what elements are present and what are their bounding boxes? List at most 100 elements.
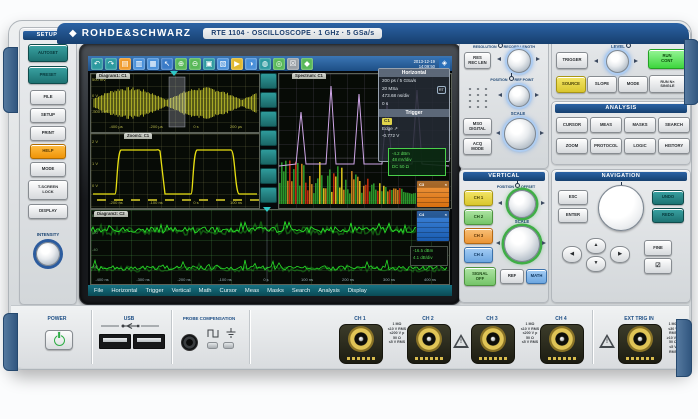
signal-off-key[interactable]: SIGNAL OFF [464, 267, 496, 286]
tab-spectrum[interactable]: Spectrum: C1 [292, 73, 326, 79]
tab-zoom1[interactable]: Zoom1: C1 [124, 133, 152, 139]
touchscreen-display[interactable]: ↶↷▤▥▦↖⊕⊖▣▧▶◑◍◎☒◆ 2013-12-19 14:09:50 ◈ D… [88, 56, 452, 296]
print-key[interactable]: PRINT [30, 126, 66, 141]
masks-key[interactable]: MASKS [624, 117, 656, 133]
result-cell[interactable] [260, 111, 277, 127]
open-file-icon[interactable]: ▤ [119, 58, 131, 70]
grid-icon[interactable]: ▣ [203, 58, 215, 70]
zoom-in-icon[interactable]: ⊕ [175, 58, 187, 70]
result-cell[interactable] [260, 187, 277, 203]
y-axis-label: 2 V [92, 139, 98, 144]
t-screen-lock-key[interactable]: T-SCREEN LOCK [28, 180, 68, 200]
menu-item-display[interactable]: Display [348, 288, 367, 294]
report-icon[interactable]: ▦ [147, 58, 159, 70]
trigger-key[interactable]: TRIGGER [556, 52, 588, 69]
checkmark-key[interactable]: ☑ [644, 258, 672, 274]
search-key[interactable]: SEARCH [658, 117, 690, 133]
result-cell[interactable] [260, 130, 277, 146]
mode-key[interactable]: MODE [30, 162, 66, 177]
horizontal-scale-knob[interactable] [504, 118, 536, 150]
close-icon[interactable]: × [445, 182, 447, 187]
fine-key[interactable]: FINE [644, 240, 672, 256]
esc-key[interactable]: ESC [558, 190, 588, 205]
ch-3-key[interactable]: CH 3 [464, 228, 493, 244]
logic-key[interactable]: LOGIC [624, 138, 656, 154]
help-key[interactable]: HELP [30, 144, 66, 159]
arrow-down-key[interactable]: ▼ [586, 256, 606, 272]
menu-item-masks[interactable]: Masks [267, 288, 284, 294]
result-cell[interactable] [260, 149, 277, 165]
ch2-bnc-connector [407, 324, 451, 364]
power-button[interactable] [45, 330, 73, 350]
save-icon[interactable]: ▥ [133, 58, 145, 70]
res-reclen-key[interactable]: RES REC LEN [464, 52, 491, 69]
cursor-icon[interactable]: ↖ [161, 58, 173, 70]
result-cell[interactable] [260, 168, 277, 184]
cursor-key[interactable]: CURSOR [556, 117, 588, 133]
delete-icon[interactable]: ☒ [287, 58, 299, 70]
slope-key[interactable]: SLOPE [587, 76, 617, 93]
ch2-label: CH 2 [422, 316, 433, 322]
horizontal-position-knob[interactable] [508, 85, 530, 107]
tab-diagram1[interactable]: Diagram1: C1 [96, 73, 130, 79]
knob-arrow-icon [634, 59, 638, 63]
trigger-source-key[interactable]: SOURCE [556, 76, 586, 93]
menu-item-math[interactable]: Math [199, 288, 212, 294]
resolution-knob[interactable] [507, 49, 531, 73]
close-icon[interactable]: × [445, 212, 447, 217]
x-axis-label: 300 ns [383, 277, 395, 282]
run-icon[interactable]: ▶ [231, 58, 243, 70]
history-key[interactable]: HISTORY [658, 138, 690, 154]
menu-item-trigger[interactable]: Trigger [145, 288, 163, 294]
run-single-key[interactable]: RUN N× SINGLE [649, 75, 686, 93]
demo-icon[interactable]: ◆ [301, 58, 313, 70]
menu-item-cursor[interactable]: Cursor [220, 288, 237, 294]
arrow-left-key[interactable]: ◀ [562, 246, 582, 263]
arrow-up-key[interactable]: ▲ [586, 238, 606, 254]
result-cell[interactable] [260, 92, 277, 108]
zoom-out-icon[interactable]: ⊖ [189, 58, 201, 70]
vertical-position-knob[interactable] [508, 190, 536, 218]
setup-key[interactable]: SETUP [30, 108, 66, 123]
navigation-knob[interactable] [598, 185, 644, 231]
math-key[interactable]: MATH [526, 269, 547, 284]
record-icon[interactable]: ◎ [273, 58, 285, 70]
menu-item-analysis[interactable]: Analysis [318, 288, 340, 294]
intensity-knob[interactable] [36, 242, 60, 266]
result-cell[interactable] [260, 73, 277, 89]
trigger-mode-key[interactable]: MODE [618, 76, 648, 93]
arrow-right-key[interactable]: ▶ [610, 246, 630, 263]
preset-key[interactable]: PRESET [28, 66, 68, 84]
file-key[interactable]: FILE [30, 90, 66, 105]
menu-item-meas[interactable]: Meas [245, 288, 259, 294]
measure-icon[interactable]: ◑ [245, 58, 257, 70]
layout-icon[interactable]: ▧ [217, 58, 229, 70]
protocol-key[interactable]: PROTOCOL [590, 138, 622, 154]
acq-mode-key[interactable]: ACQ MODE [463, 138, 492, 155]
trigger-level-knob[interactable] [606, 50, 629, 73]
undo-icon[interactable]: ↶ [91, 58, 103, 70]
tab-diagram2[interactable]: Diagram2: C2 [94, 211, 128, 217]
redo-key[interactable]: REDO [652, 208, 684, 223]
menu-item-search[interactable]: Search [292, 288, 310, 294]
menu-item-horizontal[interactable]: Horizontal [111, 288, 137, 294]
autoset-key[interactable]: AUTOSET [28, 44, 68, 62]
network-icon[interactable]: ◍ [259, 58, 271, 70]
undo-key[interactable]: UNDO [652, 190, 684, 205]
menu-item-file[interactable]: File [94, 288, 103, 294]
vertical-scale-knob[interactable] [504, 226, 540, 262]
menu-item-vertical[interactable]: Vertical [172, 288, 191, 294]
mso-digital-key[interactable]: MSO DIGITAL [463, 118, 492, 135]
ch-2-key[interactable]: CH 2 [464, 209, 493, 225]
run-cont-key[interactable]: RUN CONT [648, 49, 686, 69]
ch-1-key[interactable]: CH 1 [464, 190, 493, 206]
ref-key[interactable]: REF [500, 269, 524, 284]
meas-key[interactable]: MEAS [590, 117, 622, 133]
ch-4-key[interactable]: CH 4 [464, 247, 493, 263]
zoom-key[interactable]: ZOOM [556, 138, 588, 154]
redo-icon[interactable]: ↷ [105, 58, 117, 70]
signal-icon-ch4[interactable]: C4× [416, 210, 450, 242]
display-key[interactable]: DISPLAY [28, 204, 68, 219]
signal-icon-ch3[interactable]: C3× [416, 180, 450, 208]
enter-key[interactable]: ENTER [558, 208, 588, 223]
